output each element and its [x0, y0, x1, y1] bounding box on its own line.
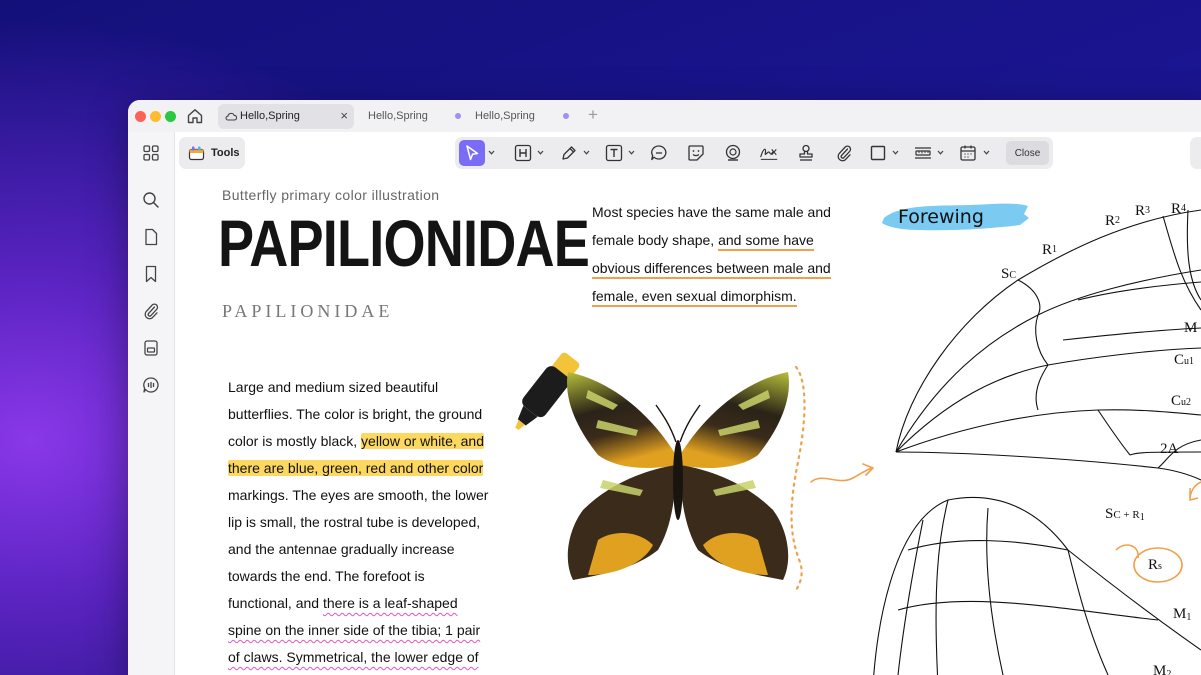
- close-toolbar-button[interactable]: Close: [1006, 141, 1049, 165]
- body-line: spine on the inner side of the tibia; 1 …: [228, 617, 518, 644]
- body-line: there are blue, green, red and other col…: [228, 455, 518, 482]
- squiggly-annotation[interactable]: there is a leaf-shaped: [323, 595, 458, 611]
- toolbox-icon: [188, 145, 205, 161]
- unsaved-dot-icon: [455, 113, 461, 119]
- underline-annotation[interactable]: and some have: [718, 232, 814, 251]
- sticker-icon[interactable]: [686, 143, 706, 163]
- bookmark-icon[interactable]: [141, 264, 161, 284]
- body-line: markings. The eyes are smooth, the lower: [228, 482, 518, 509]
- close-window-button[interactable]: [135, 111, 146, 122]
- app-window: Hello,Spring × Hello,Spring Hello,Spring…: [128, 100, 1201, 675]
- tab-label: Hello,Spring: [368, 110, 428, 122]
- seal-icon[interactable]: [796, 143, 816, 163]
- chevron-down-icon[interactable]: [488, 149, 495, 156]
- quote-line: Most species have the same male and: [592, 198, 872, 226]
- body-paragraph: Large and medium sized beautiful butterf…: [228, 374, 518, 671]
- body-text: color is mostly black,: [228, 433, 361, 449]
- highlight-annotation[interactable]: yellow or white, and: [361, 433, 484, 449]
- right-panel-toggle[interactable]: [1190, 137, 1201, 169]
- body-text: functional, and: [228, 595, 323, 611]
- tab-label: Hello,Spring: [240, 110, 300, 122]
- body-line: of claws. Symmetrical, the lower edge of: [228, 644, 518, 671]
- chevron-down-icon[interactable]: [937, 149, 944, 156]
- select-tool-button[interactable]: [459, 140, 485, 166]
- body-line: and the antennae gradually increase: [228, 536, 518, 563]
- document-title-spaced: PAPILIONIDAE: [222, 301, 393, 322]
- stamp-icon[interactable]: [723, 143, 743, 163]
- tab-hello-spring-3[interactable]: Hello,Spring: [468, 104, 572, 129]
- thumbnails-icon[interactable]: [141, 143, 161, 163]
- squiggly-annotation[interactable]: spine on the inner side of the tibia; 1 …: [228, 622, 480, 638]
- tab-hello-spring-2[interactable]: Hello,Spring: [360, 104, 464, 129]
- document-subtitle: Butterfly primary color illustration: [222, 187, 439, 203]
- home-icon[interactable]: [186, 107, 204, 125]
- body-line: towards the end. The forefoot is: [228, 563, 518, 590]
- arrow-annotation[interactable]: [808, 460, 878, 490]
- body-line: butterflies. The color is bright, the gr…: [228, 401, 518, 428]
- butterfly-image: [558, 370, 798, 585]
- page-icon[interactable]: [141, 227, 161, 247]
- document-title: PAPILIONIDAE: [218, 210, 589, 276]
- close-tab-icon[interactable]: ×: [340, 108, 348, 123]
- measure-icon[interactable]: [913, 143, 933, 163]
- attachment-icon[interactable]: [834, 143, 854, 163]
- cloud-icon: [225, 111, 237, 121]
- left-sidebar: [128, 132, 175, 675]
- body-line: lip is small, the rostral tube is develo…: [228, 509, 518, 536]
- quote-line: female, even sexual dimorphism.: [592, 282, 872, 310]
- search-icon[interactable]: [141, 190, 161, 210]
- text-box-icon[interactable]: [604, 143, 624, 163]
- underline-annotation[interactable]: obvious differences between male and: [592, 260, 831, 279]
- chevron-down-icon[interactable]: [583, 149, 590, 156]
- body-line: color is mostly black, yellow or white, …: [228, 428, 518, 455]
- tab-label: Hello,Spring: [475, 110, 535, 122]
- signature-icon[interactable]: [759, 143, 779, 163]
- body-line: functional, and there is a leaf-shaped: [228, 590, 518, 617]
- tab-bar: Hello,Spring × Hello,Spring Hello,Spring…: [128, 100, 1201, 132]
- pen-icon[interactable]: [559, 143, 579, 163]
- tools-button[interactable]: Tools: [179, 137, 245, 169]
- body-line: Large and medium sized beautiful: [228, 374, 518, 401]
- annotation-toolbar: Close: [455, 137, 1053, 169]
- comment-icon[interactable]: [141, 375, 161, 395]
- unsaved-dot-icon: [563, 113, 569, 119]
- chevron-down-icon[interactable]: [983, 149, 990, 156]
- quote-paragraph: Most species have the same male and fema…: [592, 198, 872, 310]
- squiggly-annotation[interactable]: of claws. Symmetrical, the lower edge of: [228, 649, 479, 665]
- hindwing-outline: [873, 497, 1201, 675]
- chevron-down-icon[interactable]: [628, 149, 635, 156]
- quote-text: female body shape,: [592, 232, 718, 248]
- chevron-down-icon[interactable]: [537, 149, 544, 156]
- quote-line: obvious differences between male and: [592, 254, 872, 282]
- forewing-outline: [896, 210, 1201, 480]
- attachment-icon[interactable]: [141, 301, 161, 321]
- comment-icon[interactable]: [649, 143, 669, 163]
- minimize-window-button[interactable]: [150, 111, 161, 122]
- tab-hello-spring-1[interactable]: Hello,Spring ×: [218, 104, 354, 129]
- quote-line: female body shape, and some have: [592, 226, 872, 254]
- wing-venation-diagram: [868, 190, 1201, 675]
- heading-icon[interactable]: [513, 143, 533, 163]
- rectangle-icon[interactable]: [868, 143, 888, 163]
- underline-annotation[interactable]: female, even sexual dimorphism.: [592, 288, 797, 307]
- form-icon[interactable]: [141, 338, 161, 358]
- new-tab-icon[interactable]: +: [588, 105, 598, 125]
- chevron-down-icon[interactable]: [892, 149, 899, 156]
- maximize-window-button[interactable]: [165, 111, 176, 122]
- highlight-annotation[interactable]: there are blue, green, red and other col…: [228, 460, 483, 476]
- calendar-icon[interactable]: [958, 143, 978, 163]
- select-arrow-icon: [459, 140, 485, 166]
- tools-label: Tools: [211, 147, 240, 159]
